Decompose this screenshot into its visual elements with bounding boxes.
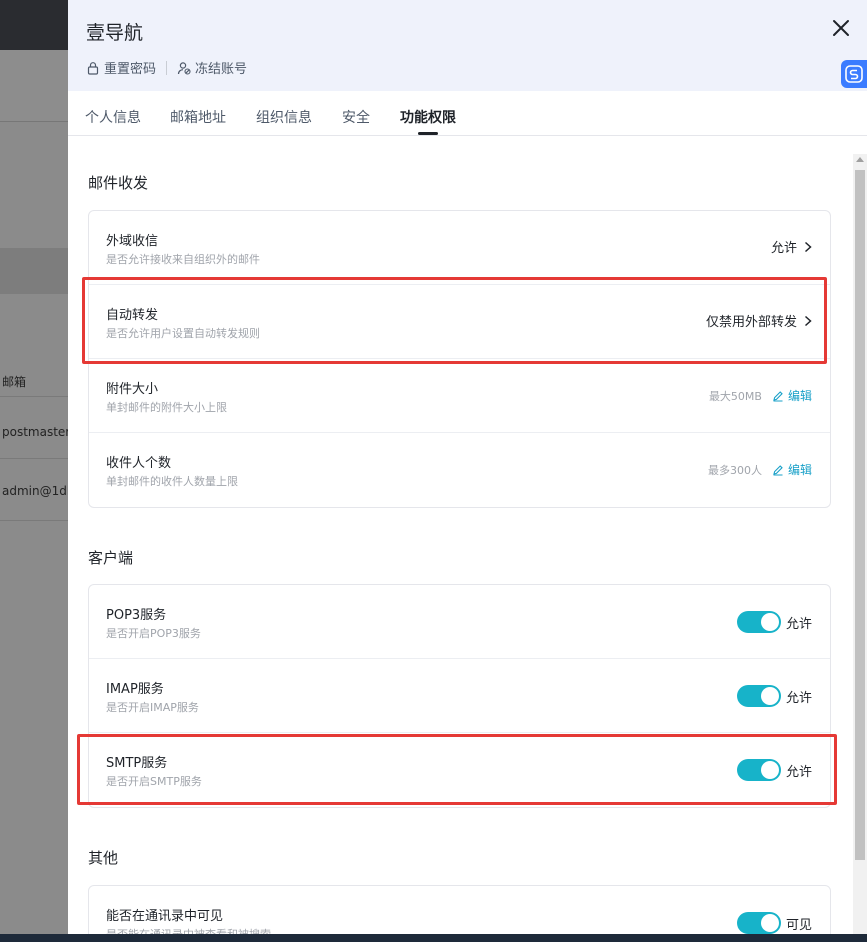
pop3-toggle[interactable] — [736, 611, 781, 633]
setting-value: 仅禁用外部转发 — [705, 315, 797, 330]
toggle-area: 可见 — [736, 912, 812, 934]
setting-desc: 单封邮件的收件人数量上限 — [106, 475, 238, 488]
tab-organization-info[interactable]: 组织信息 — [256, 107, 312, 127]
tab-personal-info[interactable]: 个人信息 — [85, 107, 141, 127]
background-table-header — [0, 248, 70, 294]
mail-settings-card: 外域收信 是否允许接收来自组织外的邮件 允许 自动转发 是否允许用户设置自动转发… — [88, 210, 831, 508]
tab-permissions[interactable]: 功能权限 — [400, 107, 456, 127]
setting-desc: 是否允许用户设置自动转发规则 — [106, 327, 260, 340]
toggle-knob — [760, 914, 779, 932]
setting-title: 收件人个数 — [106, 456, 172, 471]
toggle-area: 允许 — [736, 759, 812, 781]
setting-value: 允许 — [770, 241, 797, 256]
setting-title: 自动转发 — [106, 308, 159, 323]
drawer-title: 壹导航 — [86, 22, 144, 44]
toggle-label: 允许 — [785, 616, 812, 632]
setting-desc: 是否开启SMTP服务 — [106, 775, 202, 788]
chevron-right-icon — [804, 241, 812, 252]
toggle-knob — [760, 687, 779, 705]
smtp-toggle[interactable] — [736, 759, 781, 781]
section-title-other: 其他 — [88, 849, 119, 867]
tab-bar: 个人信息 邮箱地址 组织信息 安全 功能权限 — [68, 91, 867, 136]
toggle-knob — [760, 613, 779, 631]
setting-row-smtp: SMTP服务 是否开启SMTP服务 允许 — [89, 733, 830, 807]
freeze-account-label: 冻结账号 — [195, 62, 248, 77]
drawer-header: 壹导航 重置密码 冻结账号 — [68, 0, 867, 91]
toggle-area: 允许 — [736, 685, 812, 707]
edit-pencil-icon — [773, 464, 783, 475]
setting-row-directory-visible: 能否在通讯录中可见 是否能在通讯录中被查看和被搜索 可见 — [89, 886, 830, 934]
setting-desc: 单封邮件的附件大小上限 — [106, 401, 227, 414]
taskbar — [0, 934, 867, 942]
floating-assistant-icon[interactable] — [841, 60, 867, 88]
imap-toggle[interactable] — [736, 685, 781, 707]
setting-desc: 是否开启IMAP服务 — [106, 701, 199, 714]
scrollbar-thumb[interactable] — [855, 170, 865, 860]
directory-visible-toggle[interactable] — [736, 912, 781, 934]
tab-mailbox-address[interactable]: 邮箱地址 — [170, 107, 226, 127]
tab-security[interactable]: 安全 — [342, 107, 370, 127]
reset-password-button[interactable]: 重置密码 — [86, 58, 156, 77]
edit-button[interactable]: 编辑 — [772, 461, 812, 478]
setting-row-external-receive[interactable]: 外域收信 是否允许接收来自组织外的邮件 允许 — [89, 211, 830, 285]
section-title-client: 客户端 — [88, 549, 134, 567]
setting-value: 最多300人 — [707, 463, 762, 477]
chevron-right-icon — [804, 315, 812, 326]
setting-row-imap: IMAP服务 是否开启IMAP服务 允许 — [89, 659, 830, 733]
background-page: 邮箱 postmaster@ admin@1dh. — [0, 0, 70, 942]
setting-row-pop3: POP3服务 是否开启POP3服务 允许 — [89, 585, 830, 659]
setting-desc: 是否能在通讯录中被查看和被搜索 — [106, 926, 271, 934]
header-actions: 重置密码 冻结账号 — [86, 58, 247, 77]
setting-desc: 是否开启POP3服务 — [106, 627, 201, 640]
background-panel — [0, 50, 70, 122]
setting-value-area: 最多300人 编辑 — [708, 461, 812, 478]
user-detail-drawer: 壹导航 重置密码 冻结账号 个人信息 邮箱地址 组织信息 安全 功能权限 邮件收… — [68, 0, 867, 934]
setting-value-link[interactable]: 仅禁用外部转发 — [706, 311, 812, 330]
edit-label: 编辑 — [787, 463, 812, 477]
client-settings-card: POP3服务 是否开启POP3服务 允许 IMAP服务 是否开启IMAP服务 允… — [88, 584, 831, 808]
setting-desc: 是否允许接收来自组织外的邮件 — [106, 253, 260, 266]
setting-title: IMAP服务 — [106, 682, 164, 697]
active-tab-indicator — [418, 132, 438, 135]
lock-icon — [87, 61, 99, 75]
setting-title: 能否在通讯录中可见 — [106, 909, 224, 924]
edit-label: 编辑 — [787, 389, 812, 403]
background-topbar — [0, 0, 70, 50]
other-settings-card: 能否在通讯录中可见 是否能在通讯录中被查看和被搜索 可见 — [88, 885, 831, 934]
toggle-label: 允许 — [785, 764, 812, 780]
scroll-up-icon[interactable] — [856, 157, 864, 162]
freeze-account-button[interactable]: 冻结账号 — [177, 58, 247, 77]
user-freeze-icon — [177, 61, 191, 75]
edit-button[interactable]: 编辑 — [772, 387, 812, 404]
setting-title: 附件大小 — [106, 382, 159, 397]
setting-value-link[interactable]: 允许 — [771, 237, 812, 256]
toggle-label: 允许 — [785, 690, 812, 706]
setting-title: SMTP服务 — [106, 756, 168, 771]
edit-pencil-icon — [773, 390, 783, 401]
divider — [166, 60, 168, 75]
background-column-header: 邮箱 — [2, 375, 27, 389]
setting-value: 最大50MB — [708, 389, 762, 403]
background-row-email: admin@1dh. — [2, 484, 70, 498]
section-title-mail: 邮件收发 — [88, 174, 149, 192]
setting-title: 外域收信 — [106, 234, 159, 249]
setting-row-attachment-size: 附件大小 单封邮件的附件大小上限 最大50MB 编辑 — [89, 359, 830, 433]
reset-password-label: 重置密码 — [104, 62, 157, 77]
close-icon[interactable] — [829, 16, 853, 40]
background-divider — [0, 396, 70, 397]
setting-title: POP3服务 — [106, 608, 167, 623]
setting-row-auto-forward[interactable]: 自动转发 是否允许用户设置自动转发规则 仅禁用外部转发 — [89, 285, 830, 359]
setting-value-area: 最大50MB 编辑 — [709, 387, 812, 404]
toggle-label: 可见 — [785, 917, 812, 933]
toggle-knob — [760, 761, 779, 779]
toggle-area: 允许 — [736, 611, 812, 633]
background-divider — [0, 458, 70, 459]
background-row-email: postmaster@ — [2, 425, 70, 439]
setting-row-recipient-count: 收件人个数 单封邮件的收件人数量上限 最多300人 编辑 — [89, 433, 830, 507]
background-divider — [0, 520, 70, 521]
